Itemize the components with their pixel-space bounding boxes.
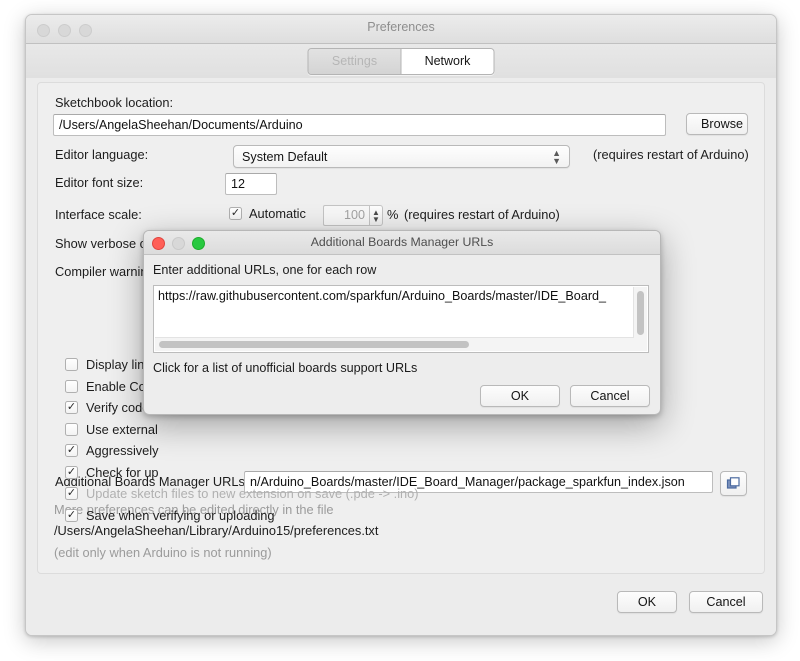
interface-scale-automatic-checkbox[interactable] — [229, 207, 242, 220]
boards-urls-edit-button[interactable] — [720, 471, 747, 496]
tab-bar: Settings Network — [26, 44, 776, 79]
use-external-label: Use external — [86, 422, 158, 437]
use-external-checkbox[interactable] — [65, 423, 78, 436]
dialog-hint-text: Enter additional URLs, one for each row — [153, 263, 376, 277]
editor-font-size-input[interactable]: 12 — [225, 173, 277, 195]
dialog-ok-button[interactable]: OK — [480, 385, 560, 407]
screenshot-root: Preferences Settings Network Sketchbook … — [0, 0, 800, 661]
window-titlebar: Preferences — [26, 15, 776, 44]
browse-button[interactable]: Browse — [686, 113, 748, 135]
duplicate-window-icon — [726, 476, 741, 491]
tab-settings[interactable]: Settings — [309, 49, 402, 74]
interface-scale-stepper[interactable]: 100 ▲▼ — [323, 205, 383, 226]
vertical-scroll-thumb[interactable] — [637, 291, 644, 335]
tab-network[interactable]: Network — [402, 49, 494, 74]
interface-scale-percent-row: % — [387, 207, 398, 222]
aggressively-label: Aggressively — [86, 443, 159, 458]
sketchbook-location-label-row: Sketchbook location: — [55, 95, 173, 110]
update-sketch-files-label: Update sketch files to new extension on … — [86, 486, 419, 501]
editor-font-size-label-row: Editor font size: — [55, 175, 143, 190]
interface-scale-automatic-row[interactable]: Automatic — [229, 206, 306, 221]
checkbox-row-use-external[interactable]: Use external — [65, 419, 419, 441]
interface-scale-label-row: Interface scale: — [55, 207, 142, 222]
interface-scale-label: Interface scale: — [55, 207, 142, 222]
sketchbook-location-label: Sketchbook location: — [55, 95, 173, 110]
save-when-verifying-checkbox[interactable] — [65, 509, 78, 522]
footnote-line3-row: (edit only when Arduino is not running) — [54, 545, 272, 560]
interface-scale-input[interactable]: 100 — [323, 205, 369, 226]
verify-code-checkbox[interactable] — [65, 401, 78, 414]
sketchbook-location-input[interactable]: /Users/AngelaSheehan/Documents/Arduino — [53, 114, 666, 136]
horizontal-scrollbar[interactable] — [155, 337, 634, 351]
interface-scale-automatic-label: Automatic — [249, 206, 306, 221]
checkbox-row-aggressively[interactable]: Aggressively — [65, 440, 419, 462]
dialog-title: Additional Boards Manager URLs — [144, 235, 660, 249]
display-line-checkbox[interactable] — [65, 358, 78, 371]
display-line-label: Display line — [86, 357, 151, 372]
checkbox-row-save-when-verifying[interactable]: Save when verifying or uploading — [65, 505, 419, 527]
chevron-updown-icon: ▲▼ — [552, 149, 561, 165]
tab-segmented-control: Settings Network — [308, 48, 495, 75]
update-sketch-files-checkbox[interactable] — [65, 487, 78, 500]
editor-language-value: System Default — [242, 150, 327, 164]
interface-scale-note-row: (requires restart of Arduino) — [404, 207, 560, 222]
compiler-warnings-label-row: Compiler warning — [55, 264, 155, 279]
editor-language-label: Editor language: — [55, 147, 148, 162]
dialog-button-row: OK Cancel — [480, 385, 650, 407]
enable-code-checkbox[interactable] — [65, 380, 78, 393]
dialog-titlebar: Additional Boards Manager URLs — [144, 231, 660, 255]
check-updates-label: Check for up — [86, 465, 159, 480]
dialog-body: Enter additional URLs, one for each row … — [144, 255, 660, 415]
dialog-cancel-button[interactable]: Cancel — [570, 385, 650, 407]
cancel-button[interactable]: Cancel — [689, 591, 763, 613]
horizontal-scroll-thumb[interactable] — [159, 341, 469, 348]
window-title: Preferences — [26, 20, 776, 34]
stepper-arrows-icon[interactable]: ▲▼ — [369, 205, 383, 226]
additional-boards-manager-urls-dialog: Additional Boards Manager URLs Enter add… — [143, 230, 661, 415]
editor-language-select[interactable]: System Default ▲▼ — [233, 145, 570, 168]
additional-urls-textarea[interactable]: https://raw.githubusercontent.com/sparkf… — [153, 285, 649, 353]
additional-urls-value: https://raw.githubusercontent.com/sparkf… — [158, 289, 606, 303]
save-when-verifying-label: Save when verifying or uploading — [86, 508, 275, 523]
checkbox-row-update-sketch-files[interactable]: Update sketch files to new extension on … — [65, 483, 419, 505]
editor-font-size-label: Editor font size: — [55, 175, 143, 190]
window-footer: OK Cancel — [26, 565, 776, 635]
editor-language-restart-note: (requires restart of Arduino) — [593, 147, 749, 162]
interface-scale-percent-label: % — [387, 207, 398, 222]
compiler-warnings-label: Compiler warning — [55, 264, 155, 279]
interface-scale-restart-note: (requires restart of Arduino) — [404, 207, 560, 222]
checkbox-row-check-updates[interactable]: Check for up — [65, 462, 419, 484]
editor-language-label-row: Editor language: — [55, 147, 148, 162]
unofficial-boards-link[interactable]: Click for a list of unofficial boards su… — [153, 361, 417, 375]
editor-language-note-row: (requires restart of Arduino) — [593, 147, 749, 162]
check-updates-checkbox[interactable] — [65, 466, 78, 479]
footnote-line3: (edit only when Arduino is not running) — [54, 545, 272, 560]
vertical-scrollbar[interactable] — [633, 287, 647, 351]
ok-button[interactable]: OK — [617, 591, 677, 613]
aggressively-checkbox[interactable] — [65, 444, 78, 457]
